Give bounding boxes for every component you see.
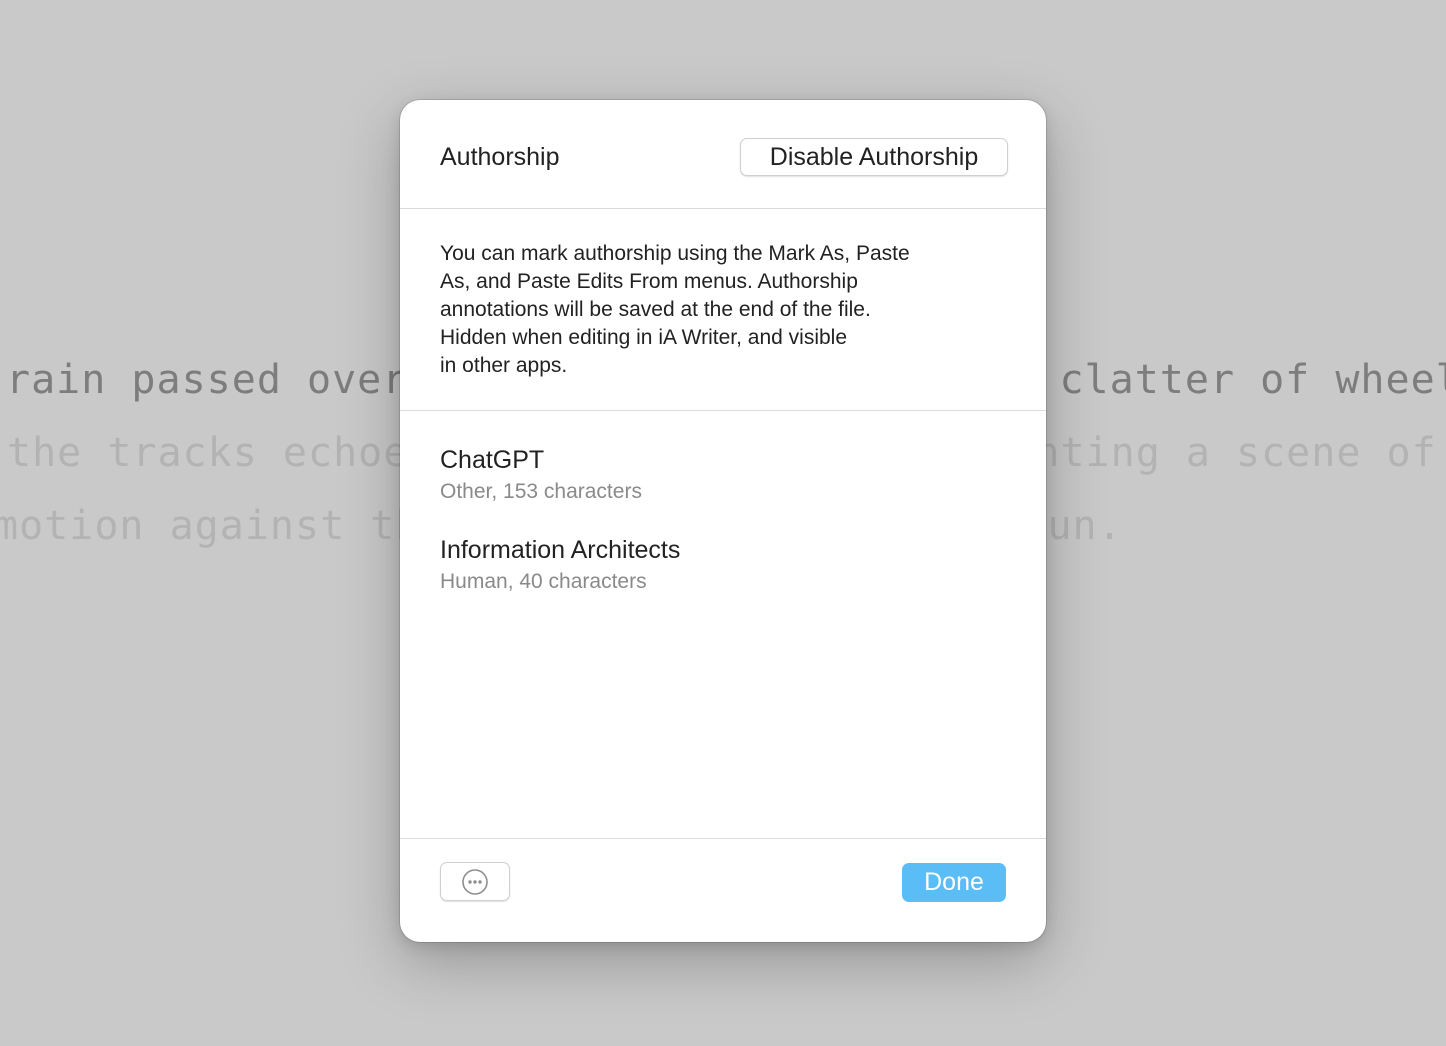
authorship-info-section: You can mark authorship using the Mark A…	[400, 209, 1046, 411]
author-list-item[interactable]: ChatGPT Other, 153 characters	[440, 445, 1000, 505]
info-text-line: annotations will be saved at the end of …	[440, 298, 871, 321]
author-name: Information Architects	[440, 536, 681, 564]
author-name: ChatGPT	[440, 446, 545, 474]
more-options-button[interactable]	[440, 862, 510, 901]
done-button[interactable]: Done	[902, 863, 1006, 902]
author-list: ChatGPT Other, 153 characters Informatio…	[400, 411, 1046, 837]
disable-authorship-button[interactable]: Disable Authorship	[740, 138, 1008, 176]
authorship-sheet: Authorship Disable Authorship You can ma…	[400, 100, 1046, 942]
sheet-header: Authorship Disable Authorship	[400, 100, 1046, 209]
info-text-line: Hidden when editing in iA Writer, and vi…	[440, 326, 848, 349]
author-list-item[interactable]: Information Architects Human, 40 charact…	[440, 535, 1000, 595]
sheet-title: Authorship	[440, 143, 560, 171]
authorship-info-text: You can mark authorship using the Mark A…	[440, 240, 980, 380]
ellipsis-circle-icon	[461, 868, 489, 896]
author-detail: Other, 153 characters	[440, 480, 642, 503]
info-text-line: You can mark authorship using the Mark A…	[440, 242, 910, 265]
info-text-line: As, and Paste Edits From menus. Authorsh…	[440, 270, 858, 293]
author-detail: Human, 40 characters	[440, 570, 647, 593]
sheet-footer: Done	[400, 838, 1046, 942]
info-text-line: in other apps.	[440, 354, 568, 377]
